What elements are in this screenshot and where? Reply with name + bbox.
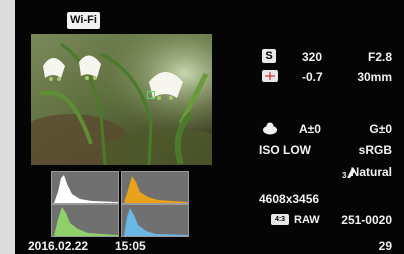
focal-length: 30mm [357,70,392,84]
svg-text:3: 3 [342,171,347,180]
wb-green: G±0 [369,122,392,136]
histogram-green [51,204,119,237]
histogram-white-icon [54,175,118,203]
image-resolution: 4608x3456 [259,192,320,206]
iso-value: ISO LOW [259,143,311,157]
wifi-badge: Wi-Fi [67,12,100,29]
wb-compensation: A±0 [299,122,321,136]
histogram-luminance [51,171,119,204]
camera-screen: Wi-Fi 2016.02.22 15:05 S 320 F2.8 -0.7 3… [15,0,404,254]
time-text: 15:05 [115,239,146,253]
exposure-compensation: -0.7 [302,70,323,84]
focus-point [147,91,155,99]
file-number: 251-0020 [341,213,392,227]
shooting-mode-badge: S [262,49,276,63]
picture-mode: Natural [350,165,392,179]
raw-label: RAW [294,214,320,226]
histogram-blue-icon [124,208,188,236]
photo-thumbnail[interactable] [31,34,212,165]
date-text: 2016.02.22 [28,239,89,253]
snowflake-flower-photo [31,34,212,165]
exposure-comp-icon [262,70,278,82]
frame-count: 29 [378,239,392,253]
histogram-red [121,171,189,204]
histogram-green-icon [54,207,118,236]
histogram-blue [121,204,189,237]
white-balance-icon [262,121,278,135]
histogram-orange-icon [124,176,188,203]
aspect-ratio-badge: 4:3 [271,214,289,225]
color-space: sRGB [358,143,392,157]
shutter-speed: 320 [302,50,323,64]
aperture-value: F2.8 [367,50,392,64]
